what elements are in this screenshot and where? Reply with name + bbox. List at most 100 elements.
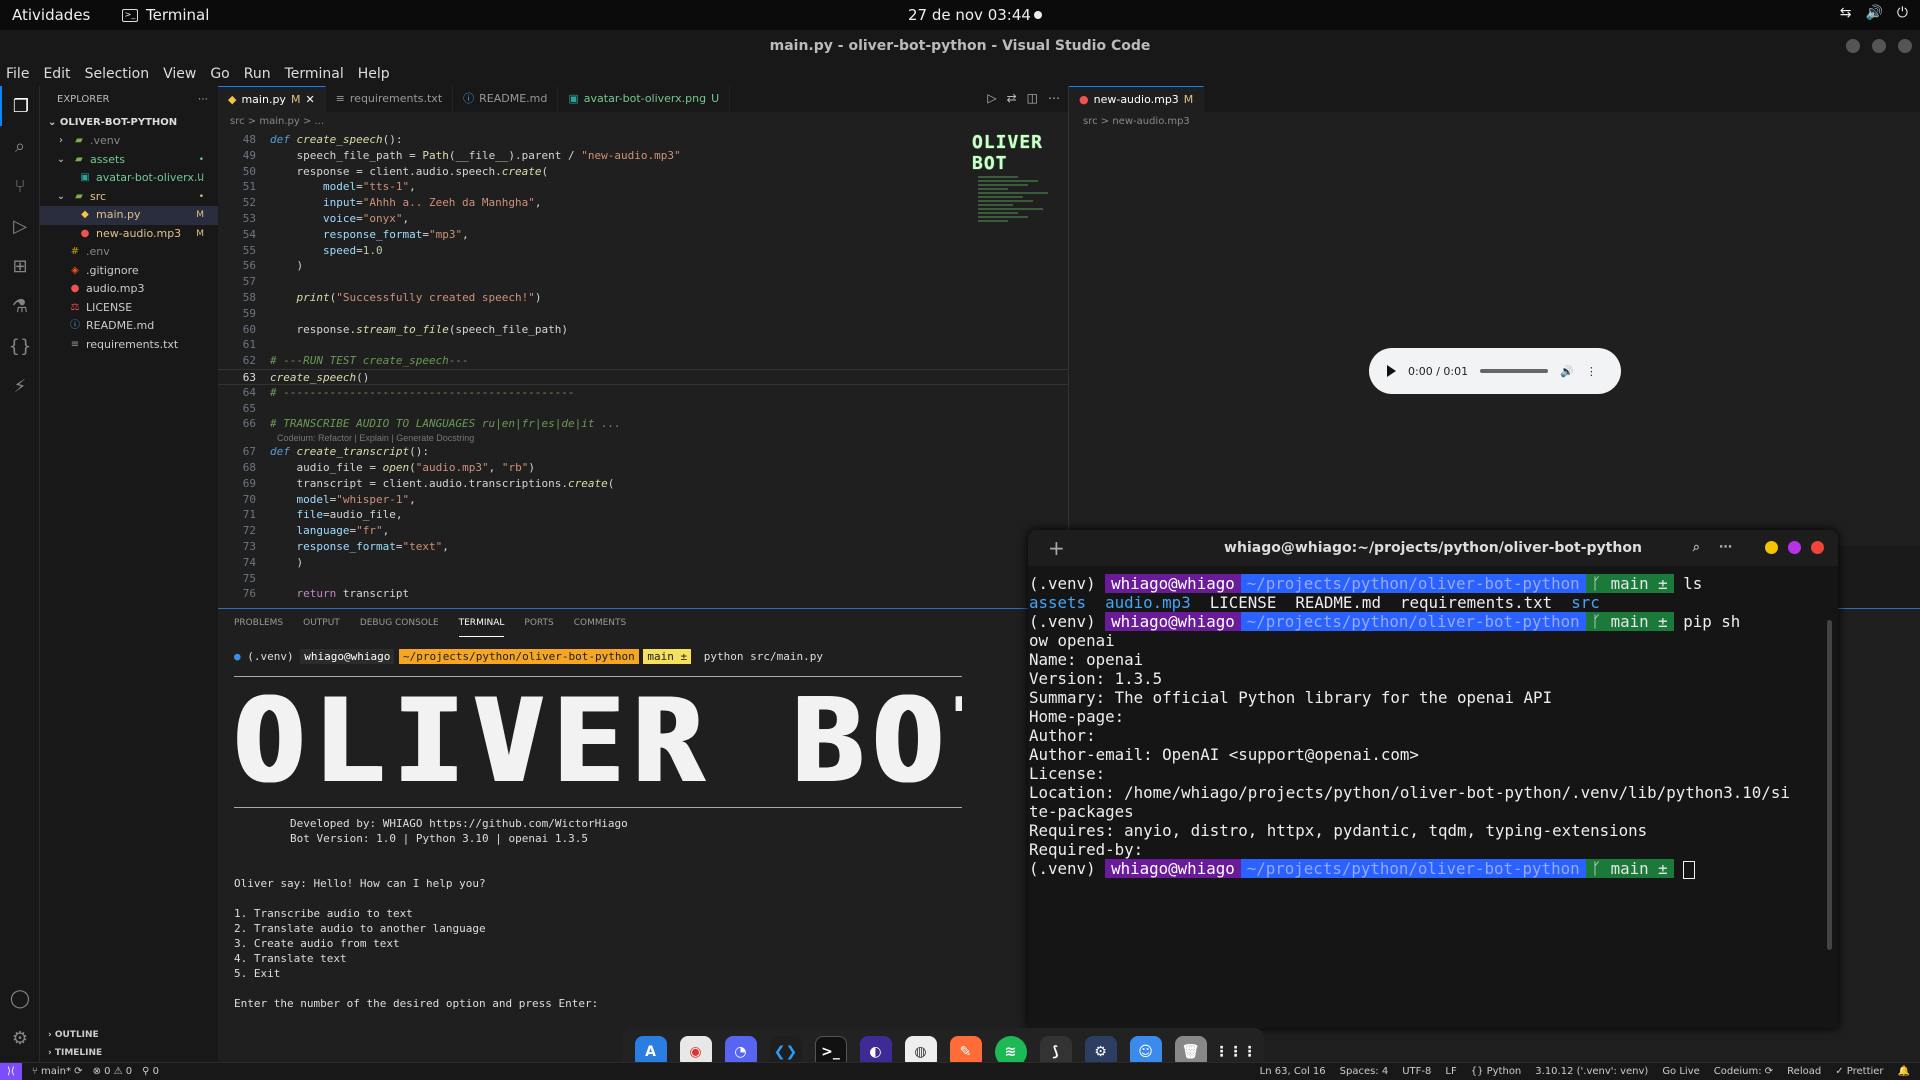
terminal-output[interactable]: (.venv) whiago@whiago ~/projects/python/o… — [1028, 566, 1838, 879]
menu-view[interactable]: View — [163, 62, 196, 86]
activities-button[interactable]: Atividades — [12, 6, 90, 24]
tab-terminal[interactable]: TERMINAL — [458, 609, 505, 637]
codeium-codelens[interactable]: Codeium: Refactor | Explain | Generate D… — [218, 432, 1068, 444]
close-button[interactable] — [1811, 541, 1824, 554]
go-live-button[interactable]: Go Live — [1662, 1063, 1699, 1080]
new-tab-icon[interactable]: + — [1048, 530, 1065, 566]
python-interpreter[interactable]: 3.10.12 ('.venv': venv) — [1535, 1063, 1648, 1080]
close-button[interactable] — [1898, 39, 1912, 53]
play-icon[interactable] — [1387, 365, 1396, 377]
tree-item-requirements[interactable]: ≡ requirements.txt — [40, 336, 218, 355]
reload-button[interactable]: Reload — [1787, 1063, 1821, 1080]
network-icon[interactable]: ⇆ — [1840, 5, 1852, 21]
encoding[interactable]: UTF-8 — [1402, 1063, 1431, 1080]
explorer-icon[interactable]: ❐ — [0, 86, 40, 126]
extensions-icon[interactable]: ⊞ — [0, 246, 40, 286]
testing-icon[interactable]: ⚗ — [0, 286, 40, 326]
menu-help[interactable]: Help — [358, 62, 390, 86]
seek-slider[interactable] — [1480, 369, 1549, 373]
integrated-terminal[interactable]: ● (.venv) whiago@whiago ~/projects/pytho… — [234, 649, 1054, 1011]
menu-selection[interactable]: Selection — [85, 62, 150, 86]
minimize-button[interactable] — [1846, 39, 1860, 53]
timeline-section[interactable]: › TIMELINE — [40, 1044, 218, 1062]
compare-icon[interactable]: ⇄ — [1007, 91, 1017, 105]
settings-gear-icon[interactable]: ⚙ — [0, 1018, 40, 1058]
menu-edit[interactable]: Edit — [43, 62, 70, 86]
menu-run[interactable]: Run — [244, 62, 271, 86]
tree-item-gitignore[interactable]: ◈ .gitignore — [40, 262, 218, 281]
outline-section[interactable]: › OUTLINE — [40, 1026, 218, 1044]
project-root[interactable]: ⌄ OLIVER-BOT-PYTHON — [40, 114, 218, 132]
right-editor-tabs: ● new-audio.mp3 M — [1069, 86, 1920, 112]
maximize-button[interactable] — [1788, 541, 1801, 554]
tree-item-readme[interactable]: ⓘ README.md — [40, 317, 218, 336]
remote-icon[interactable]: ⟩⟨ — [0, 1063, 22, 1080]
indentation[interactable]: Spaces: 4 — [1340, 1063, 1389, 1080]
env-file-icon: # — [70, 246, 80, 257]
git-branch[interactable]: ⑂ main* ⟳ — [32, 1063, 83, 1080]
code-editor[interactable]: 48 def create_speech(): 49 speech_file_pa… — [218, 132, 1068, 608]
menu-icon[interactable]: ⋯ — [1719, 530, 1732, 566]
minimize-button[interactable] — [1765, 541, 1778, 554]
breadcrumb[interactable]: src > main.py > ... — [218, 112, 1068, 132]
player-time: 0:00 / 0:01 — [1408, 364, 1469, 378]
line-ending[interactable]: LF — [1445, 1063, 1456, 1080]
tab-readme[interactable]: ⓘ README.md — [453, 86, 559, 112]
audio-file-icon: ● — [1079, 92, 1089, 106]
close-icon[interactable]: ✕ — [305, 87, 314, 113]
tree-item-env[interactable]: # .env — [40, 243, 218, 262]
language-mode[interactable]: {} Python — [1471, 1063, 1522, 1080]
terminal-scrollbar[interactable] — [1827, 620, 1832, 950]
tree-item-license[interactable]: ⚖ LICENSE — [40, 299, 218, 318]
tab-ports[interactable]: PORTS — [524, 609, 553, 637]
tab-debug-console[interactable]: DEBUG CONSOLE — [360, 609, 439, 637]
codeium-icon[interactable]: ⚡ — [0, 366, 40, 406]
tree-item-new-audio[interactable]: ● new-audio.mp3 M — [40, 225, 218, 244]
problems-count[interactable]: ⊗ 0 ⚠ 0 — [93, 1063, 133, 1080]
split-editor-icon[interactable]: ◫ — [1027, 91, 1038, 105]
tab-main-py[interactable]: ◆ main.py M ✕ — [218, 86, 326, 112]
clock[interactable]: 27 de nov 03:44 — [908, 6, 1031, 24]
audio-player: 0:00 / 0:01 🔊 ⋮ — [1369, 348, 1621, 394]
volume-icon[interactable]: 🔊 — [1865, 5, 1882, 21]
tab-new-audio[interactable]: ● new-audio.mp3 M — [1069, 86, 1205, 112]
search-icon[interactable]: ⌕ — [0, 126, 40, 166]
menu-go[interactable]: Go — [210, 62, 229, 86]
volume-icon[interactable]: 🔊 — [1560, 365, 1574, 378]
tree-item-src[interactable]: ⌄ ▰ src • — [40, 188, 218, 207]
power-icon[interactable]: ⏻ — [1897, 5, 1908, 21]
tree-item-assets[interactable]: ⌄ ▰ assets • — [40, 151, 218, 170]
ports-count[interactable]: ⚲ 0 — [142, 1063, 159, 1080]
folder-icon: ▰ — [75, 153, 83, 165]
menu-terminal[interactable]: Terminal — [285, 62, 344, 86]
menu-file[interactable]: File — [6, 62, 29, 86]
source-control-icon[interactable]: ⑂ — [0, 166, 40, 206]
explorer-header: EXPLORER ⋯ — [40, 86, 218, 114]
cursor-position[interactable]: Ln 63, Col 16 — [1260, 1063, 1326, 1080]
tree-item-main-py[interactable]: ◆ main.py M — [40, 206, 218, 225]
tab-requirements[interactable]: ≡ requirements.txt — [326, 86, 454, 112]
tree-item-audio[interactable]: ● audio.mp3 — [40, 280, 218, 299]
tab-problems[interactable]: PROBLEMS — [234, 609, 283, 637]
tab-comments[interactable]: COMMENTS — [574, 609, 627, 637]
tab-avatar[interactable]: ▣ avatar-bot-oliverx.png U — [558, 86, 731, 112]
info-icon: ⓘ — [70, 320, 80, 331]
run-icon[interactable]: ▷ — [987, 91, 996, 105]
tree-item-avatar[interactable]: ▣ avatar-bot-oliverx... U — [40, 169, 218, 188]
more-options-icon[interactable]: ⋮ — [1586, 365, 1597, 378]
more-actions-icon[interactable]: ⋯ — [1048, 91, 1060, 105]
tree-item-venv[interactable]: › ▰ .venv — [40, 132, 218, 151]
app-menu[interactable]: >_ Terminal — [122, 6, 209, 24]
json-icon[interactable]: {} — [0, 326, 40, 366]
prettier-status[interactable]: ✓ Prettier — [1835, 1063, 1883, 1080]
account-icon[interactable]: ◯ — [0, 978, 40, 1018]
right-breadcrumb[interactable]: src > new-audio.mp3 — [1069, 112, 1920, 132]
codeium-status[interactable]: Codeium: ⟳ — [1714, 1063, 1773, 1080]
maximize-button[interactable] — [1872, 39, 1886, 53]
notifications-icon[interactable]: 🔔 — [1898, 1063, 1910, 1080]
run-debug-icon[interactable]: ▷ — [0, 206, 40, 246]
system-tray[interactable]: ⇆ 🔊 ⏻ — [1840, 5, 1908, 21]
tab-output[interactable]: OUTPUT — [303, 609, 340, 637]
search-icon[interactable]: ⌕ — [1693, 530, 1700, 566]
more-actions-icon[interactable]: ⋯ — [198, 86, 208, 114]
